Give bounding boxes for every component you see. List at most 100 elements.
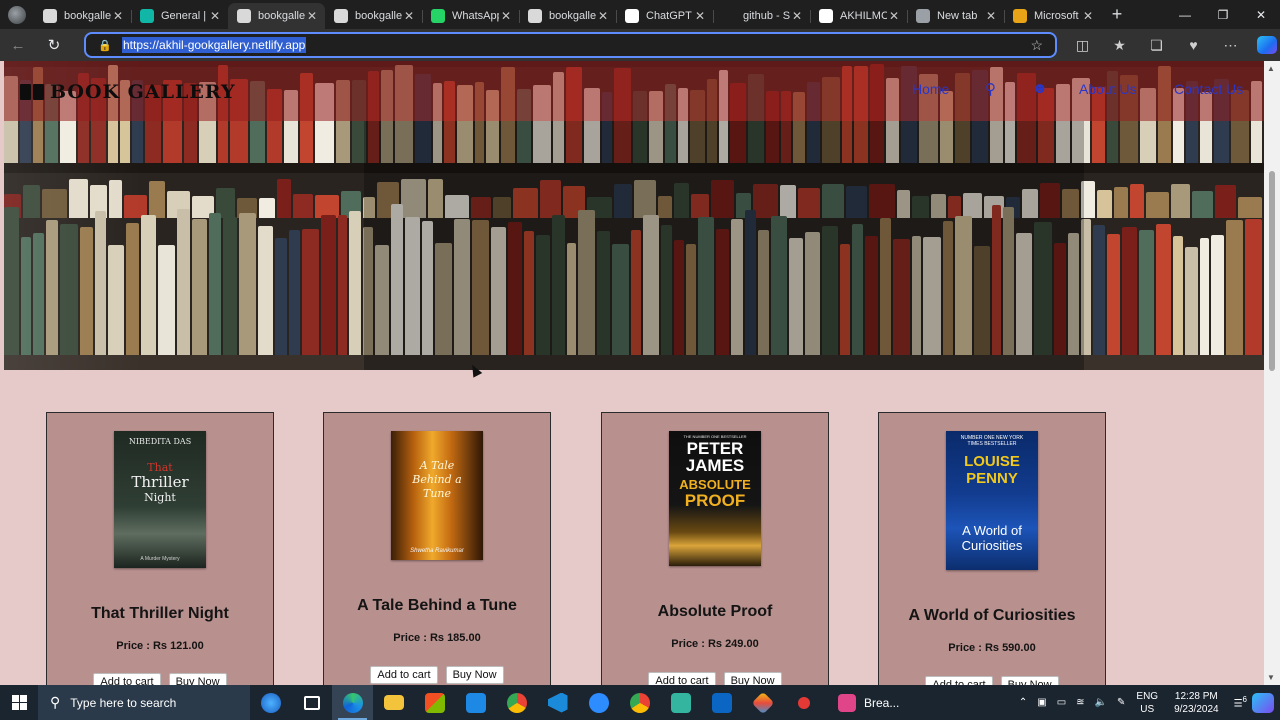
zoom-icon[interactable] <box>578 685 619 720</box>
browser-tab[interactable]: bookgallery✕ <box>34 3 131 29</box>
buy-now-button[interactable]: Buy Now <box>445 666 504 684</box>
start-button[interactable] <box>0 695 38 710</box>
notifications-icon[interactable]: ☰6 <box>1229 695 1252 709</box>
new-tab-button[interactable]: + <box>1101 4 1133 25</box>
microsoft-store-icon[interactable] <box>414 685 455 720</box>
add-to-cart-button[interactable]: Add to cart <box>648 672 716 685</box>
linkedin-icon[interactable] <box>701 685 742 720</box>
buy-now-button[interactable]: Buy Now <box>723 672 782 685</box>
tab-title: bookgallery <box>355 10 402 22</box>
close-tab-icon[interactable]: ✕ <box>887 9 901 23</box>
volume-icon[interactable]: 🔈 <box>1090 697 1112 708</box>
keyboard-region: US <box>1140 703 1155 715</box>
favorite-star-icon[interactable]: ☆ <box>1030 37 1043 54</box>
browser-tab[interactable]: General | ✕ <box>131 3 228 29</box>
close-tab-icon[interactable]: ✕ <box>402 9 416 23</box>
close-tab-icon[interactable]: ✕ <box>596 9 610 23</box>
browser-tab[interactable]: bookgallery✕ <box>519 3 616 29</box>
book-cover-image[interactable]: THE NUMBER ONE BESTSELLER PETER JAMES AB… <box>669 431 761 566</box>
browser-tab[interactable]: AKHILMC ✕ <box>810 3 907 29</box>
close-tab-icon[interactable]: ✕ <box>208 9 222 23</box>
task-view-icon[interactable] <box>291 685 332 720</box>
tray-expand-icon[interactable]: ⌃ <box>1014 697 1032 708</box>
user-icon[interactable]: ☻ <box>1032 80 1048 97</box>
profile-button[interactable] <box>0 0 34 29</box>
tab-title: WhatsApp <box>452 10 499 22</box>
snipping-tool-icon[interactable] <box>660 685 701 720</box>
tray-app-icon[interactable]: ▣ <box>1032 697 1051 708</box>
scroll-up-icon[interactable]: ▲ <box>1267 64 1275 73</box>
book-card: THE NUMBER ONE BESTSELLER PETER JAMES AB… <box>601 412 829 685</box>
chrome-profile-icon[interactable] <box>619 685 660 720</box>
reload-icon[interactable]: ↻ <box>36 30 72 60</box>
browser-tab[interactable]: github - S ✕ <box>713 3 810 29</box>
book-cover-image[interactable]: A Tale Behind a Tune Shwetha Ravikumar <box>391 431 483 560</box>
buy-now-button[interactable]: Buy Now <box>1000 676 1059 685</box>
vscode-icon[interactable] <box>537 685 578 720</box>
favorites-icon[interactable]: ★ <box>1101 37 1138 54</box>
wifi-icon[interactable]: ≊ <box>1071 697 1089 708</box>
back-icon[interactable]: ← <box>0 30 36 60</box>
copilot-icon[interactable] <box>1257 36 1277 54</box>
close-tab-icon[interactable]: ✕ <box>693 9 707 23</box>
scroll-down-icon[interactable]: ▼ <box>1267 673 1275 682</box>
weather-widget[interactable]: Brea... <box>824 693 899 712</box>
address-url[interactable]: https://akhil-gookgallery.netlify.app <box>122 37 307 53</box>
browser-essentials-icon[interactable]: ♥ <box>1175 37 1212 53</box>
edge-taskbar-icon[interactable] <box>332 685 373 720</box>
search-highlight-icon[interactable] <box>250 685 291 720</box>
add-to-cart-button[interactable]: Add to cart <box>370 666 438 684</box>
close-tab-icon[interactable]: ✕ <box>984 9 998 23</box>
browser-tab[interactable]: bookgallery✕ <box>325 3 422 29</box>
add-to-cart-button[interactable]: Add to cart <box>93 673 161 685</box>
hero-shadow <box>364 121 1084 370</box>
taskbar-search[interactable]: ⚲ Type here to search <box>38 685 250 720</box>
nav-home[interactable]: Home <box>912 81 949 97</box>
close-tab-icon[interactable]: ✕ <box>1081 9 1095 23</box>
close-tab-icon[interactable]: ✕ <box>790 9 804 23</box>
address-bar[interactable]: 🔒 https://akhil-gookgallery.netlify.app … <box>84 32 1057 58</box>
more-options-icon[interactable]: ⋯ <box>1212 37 1249 54</box>
remote-desktop-icon[interactable] <box>455 685 496 720</box>
browser-tab[interactable]: bookgallery✕ <box>228 3 325 29</box>
book-cover-image[interactable]: NUMBER ONE NEW YORK TIMES BESTSELLER LOU… <box>946 431 1038 570</box>
book-spine <box>302 229 319 357</box>
chrome-icon[interactable] <box>496 685 537 720</box>
close-tab-icon[interactable]: ✕ <box>499 9 513 23</box>
add-to-cart-button[interactable]: Add to cart <box>925 676 993 685</box>
weather-icon <box>838 693 856 712</box>
cover-title-line: A Tale <box>419 459 455 472</box>
maximize-icon[interactable]: ❐ <box>1204 0 1242 29</box>
book-cover-image[interactable]: NIBEDITA DAS That Thriller Night A Murde… <box>114 431 206 568</box>
close-tab-icon[interactable]: ✕ <box>111 9 125 23</box>
browser-tab[interactable]: WhatsApp ✕ <box>422 3 519 29</box>
page-scrollbar[interactable]: ▲ ▼ <box>1264 61 1280 685</box>
buy-now-button[interactable]: Buy Now <box>168 673 227 685</box>
book-spine <box>289 230 301 357</box>
close-window-icon[interactable]: ✕ <box>1242 0 1280 29</box>
file-explorer-icon[interactable] <box>373 685 414 720</box>
split-screen-icon[interactable]: ◫ <box>1064 37 1101 54</box>
search-icon[interactable]: ⚲ <box>985 80 996 98</box>
record-icon[interactable] <box>783 685 824 720</box>
minimize-icon[interactable]: — <box>1166 0 1204 29</box>
pen-icon[interactable]: ✎ <box>1112 697 1130 708</box>
nav-about-us[interactable]: About Us <box>1079 81 1137 97</box>
language-indicator[interactable]: ENG US <box>1130 690 1164 716</box>
clock[interactable]: 12:28 PM 9/23/2024 <box>1164 690 1229 716</box>
copilot-taskbar-icon[interactable] <box>1252 692 1274 713</box>
browser-tab[interactable]: ChatGPT ✕ <box>616 3 713 29</box>
scrollbar-thumb[interactable] <box>1269 171 1275 371</box>
close-tab-icon[interactable]: ✕ <box>305 9 319 23</box>
git-tool-icon[interactable] <box>742 685 783 720</box>
cover-title-line: Night <box>144 491 176 504</box>
battery-icon[interactable]: ▭ <box>1052 697 1071 708</box>
cover-author: LOUISE PENNY <box>964 453 1020 487</box>
bookgallery-favicon-icon <box>334 9 348 23</box>
browser-tab[interactable]: New tab ✕ <box>907 3 1004 29</box>
browser-tab[interactable]: Microsoft ✕ <box>1004 3 1101 29</box>
nav-contact-us[interactable]: Contact Us <box>1174 81 1243 97</box>
book-spine <box>320 215 336 357</box>
collections-icon[interactable]: ❏ <box>1138 37 1175 54</box>
book-spine <box>1107 234 1121 357</box>
